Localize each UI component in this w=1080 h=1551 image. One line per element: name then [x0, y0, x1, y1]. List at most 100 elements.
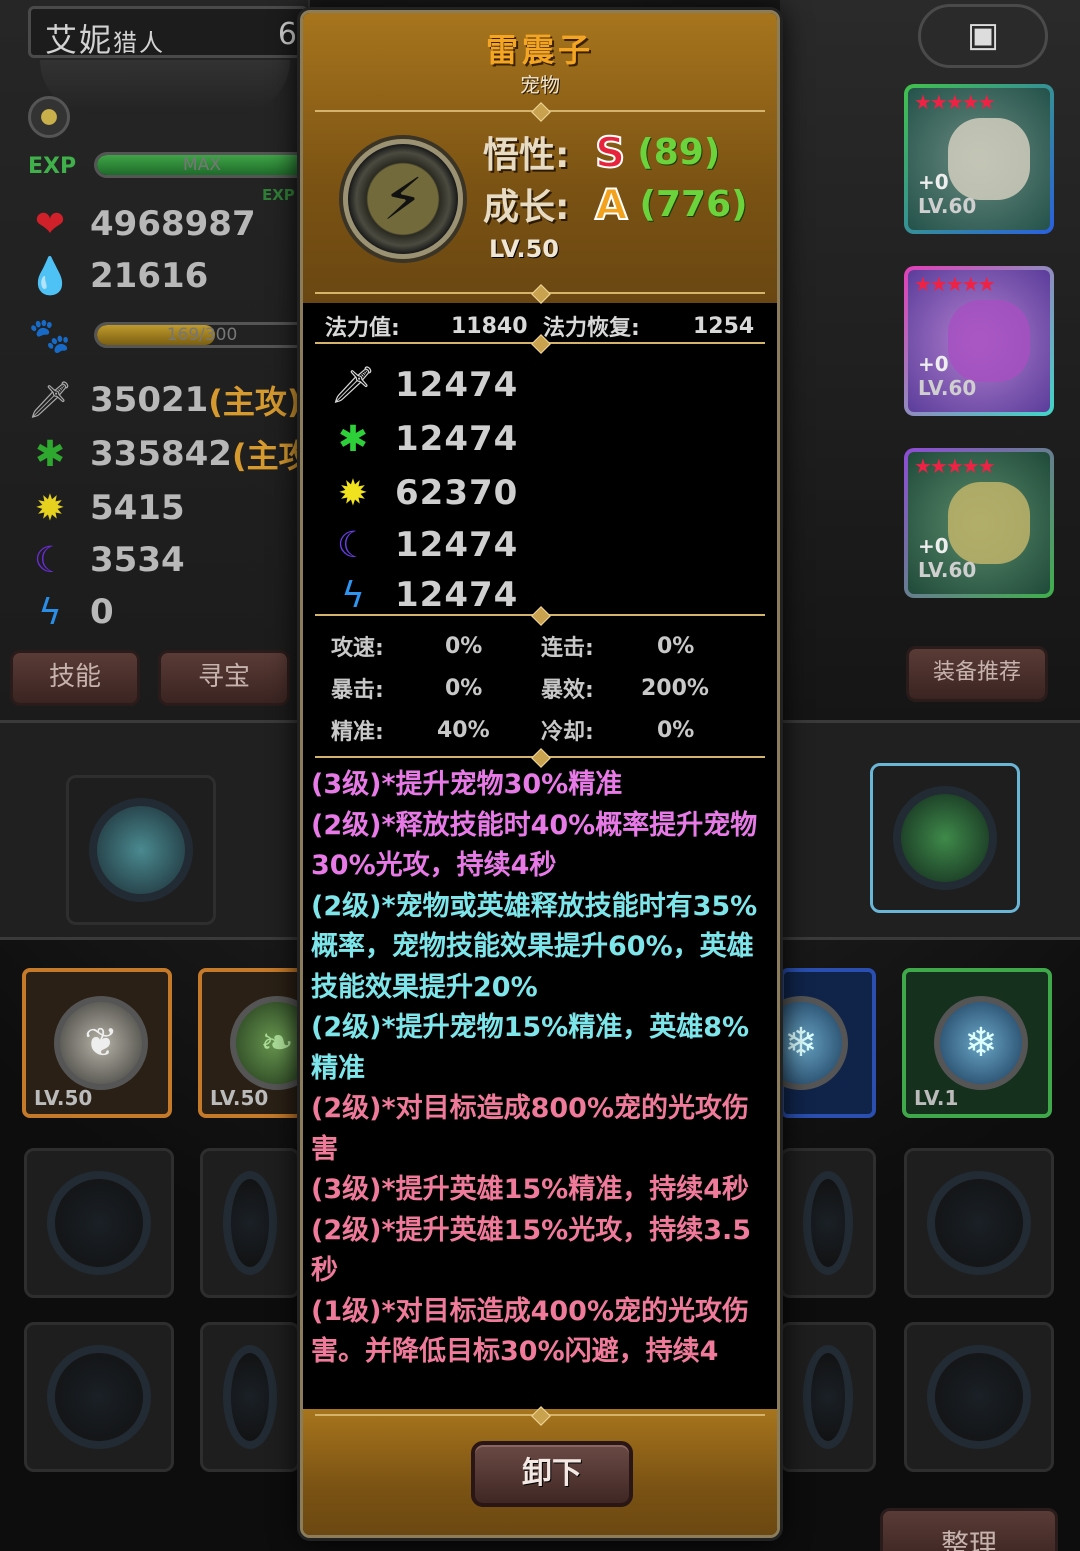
skill-description: (2级)*对目标造成800%宠的光攻伤害: [311, 1093, 749, 1165]
pet-slot[interactable]: [66, 775, 216, 925]
pet-level: LV.50: [489, 235, 559, 263]
skill-description-list: (3级)*提升宠物30%精准 (2级)*释放技能时40%概率提升宠物30%光攻，…: [311, 765, 769, 1373]
exp-small-label: EXP: [262, 186, 295, 204]
info-icon[interactable]: [28, 96, 70, 138]
stars: ★★★★★: [914, 454, 996, 478]
pet-bar-text: 169/300: [166, 325, 238, 345]
feather-icon: ❦: [54, 996, 148, 1090]
skill-description: (2级)*释放技能时40%概率提升宠物30%光攻，持续4秒: [311, 809, 758, 882]
skill-description: (3级)*提升英雄15%精准，持续4秒: [311, 1174, 749, 1205]
pet-detail-popup: 雷震子 宠物 ⚡ 悟性: S (89) 成长: A (776) LV.50 法力…: [300, 10, 780, 1538]
skill-level: LV.50: [34, 1086, 93, 1110]
stars: ★★★★★: [914, 272, 996, 296]
prop-value: 200%: [641, 675, 709, 701]
empty-slot[interactable]: [904, 1322, 1054, 1472]
skill-slot[interactable]: ❄: [754, 968, 876, 1118]
insight-label: 悟性:: [483, 135, 570, 176]
sun-icon: ✹: [34, 487, 66, 529]
attack-value: 12474: [395, 525, 519, 565]
mana-value: 11840: [451, 313, 528, 339]
attack-row: ✱ 12474: [329, 413, 518, 465]
pet-bar: 169/300: [94, 322, 310, 348]
prop-value: 0%: [657, 717, 695, 743]
player-level: 6: [277, 17, 299, 52]
sort-button[interactable]: 整理: [880, 1508, 1058, 1551]
skill-slot[interactable]: ❄ LV.1: [902, 968, 1052, 1118]
skill-description: (2级)*宠物或英雄释放技能时有35%概率，宠物技能效果提升60%，英雄技能效果…: [311, 890, 758, 1003]
divider: [309, 287, 771, 299]
stars: ★★★★★: [914, 90, 996, 114]
sword-icon: 🗡: [330, 365, 376, 406]
empty-slot[interactable]: [780, 1322, 876, 1472]
insight-value: (89): [637, 131, 721, 173]
moon-icon: ☾: [336, 524, 370, 566]
empty-slot[interactable]: [24, 1322, 174, 1472]
stat-value: 35021: [90, 380, 209, 420]
character-panel: 艾妮猎人 6 EXP MAX EXP ❤ 4968987 💧 21616 🐾 1…: [0, 0, 311, 720]
growth-row: 成长: A (776): [483, 177, 748, 231]
prop-value: 0%: [445, 675, 483, 701]
skill-slot[interactable]: ❧ LV.50: [198, 968, 324, 1118]
equip-level: LV.60: [918, 376, 977, 400]
stat-row: ✱ 335842 (主攻: [28, 430, 311, 478]
moon-icon: ☾: [33, 539, 67, 581]
skill-description: (3级)*提升宠物30%精准: [311, 769, 623, 800]
player-name: 艾妮: [45, 21, 114, 59]
stat-value: 3534: [90, 540, 185, 580]
skill-description: (1级)*对目标造成400%宠的光攻伤害。并降低目标30%闪避，持续4: [311, 1295, 749, 1368]
lightning-icon: ϟ: [38, 591, 62, 633]
ring-icon: [948, 482, 1030, 564]
skill-slot[interactable]: ❦ LV.50: [22, 968, 172, 1118]
empty-slot[interactable]: [200, 1148, 300, 1298]
pet-type: 宠物: [520, 73, 560, 97]
player-name-box: 艾妮猎人 6: [28, 6, 308, 59]
skill-level: LV.1: [914, 1086, 959, 1110]
attack-row: ☾ 12474: [329, 519, 518, 571]
skill-button[interactable]: 技能: [10, 650, 140, 706]
snowflake-icon: ❄: [934, 996, 1028, 1090]
attack-row: ✹ 62370: [329, 467, 518, 519]
empty-slot[interactable]: [904, 1148, 1054, 1298]
insight-row: 悟性: S (89): [483, 125, 720, 179]
sun-icon: ✹: [337, 472, 369, 514]
empty-slot[interactable]: [780, 1148, 876, 1298]
unload-button[interactable]: 卸下: [471, 1441, 633, 1507]
prop-value: 0%: [657, 633, 695, 659]
attack-value: 12474: [395, 419, 519, 459]
popup-footer: 卸下: [303, 1409, 777, 1535]
mana-regen-value: 1254: [693, 313, 755, 339]
empty-slot[interactable]: [200, 1322, 300, 1472]
treasure-button[interactable]: 寻宝: [158, 650, 290, 706]
mp-stat: 💧 21616: [27, 252, 209, 300]
water-drop-icon: 💧: [27, 256, 73, 297]
equipment-slot[interactable]: ★★★★★ +0 LV.60: [904, 266, 1054, 416]
equip-level: LV.60: [918, 558, 977, 582]
stat-tag: (主攻: [231, 437, 311, 475]
attack-value: 62370: [395, 473, 519, 513]
equip-plus: +0: [918, 352, 949, 376]
mp-value: 21616: [90, 256, 209, 296]
equip-plus: +0: [918, 170, 949, 194]
prop-label: 精准:: [331, 720, 384, 745]
divider: [309, 751, 771, 763]
popup-header: 雷震子 宠物 ⚡ 悟性: S (89) 成长: A (776) LV.50: [303, 13, 777, 303]
stat-tag: (主攻): [208, 383, 302, 421]
divider: [309, 609, 771, 621]
treasure-chest-icon[interactable]: ▣: [918, 4, 1048, 68]
growth-label: 成长:: [483, 187, 570, 228]
pet-slot[interactable]: [870, 763, 1020, 913]
pet-stat: 🐾: [28, 312, 90, 360]
stat-value: 5415: [90, 488, 185, 528]
heart-icon: ❤: [34, 203, 66, 245]
equipment-slot[interactable]: ★★★★★ +0 LV.60: [904, 448, 1054, 598]
prop-label: 连击:: [541, 636, 594, 661]
equipment-recommend-button[interactable]: 装备推荐: [906, 646, 1048, 702]
stat-value: 335842: [90, 434, 232, 474]
equipment-slot[interactable]: ★★★★★ +0 LV.60: [904, 84, 1054, 234]
divider: [309, 105, 771, 117]
stat-row: 🗡 35021 (主攻): [27, 376, 302, 424]
insight-grade: S: [594, 127, 626, 178]
pet-name: 雷震子: [485, 31, 594, 69]
prop-label: 攻速:: [331, 636, 384, 661]
empty-slot[interactable]: [24, 1148, 174, 1298]
